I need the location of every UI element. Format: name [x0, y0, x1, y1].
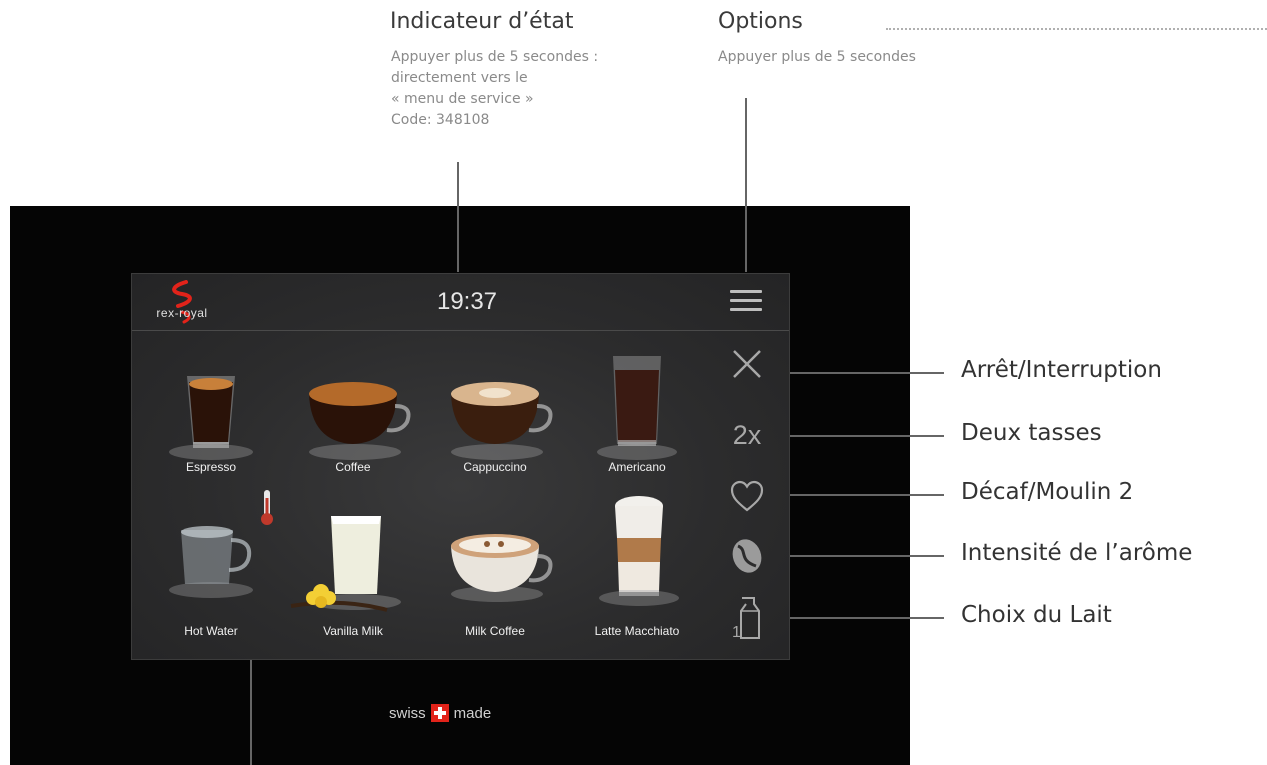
- stop-button[interactable]: [722, 339, 772, 389]
- status-indicator-clock[interactable]: 19:37: [387, 288, 547, 316]
- aroma-callout-line: [788, 555, 944, 557]
- swiss-made-left: swiss: [389, 704, 426, 722]
- drink-tile-hot-water[interactable]: Hot Water: [141, 490, 281, 638]
- drink-tile-latte-macchiato[interactable]: Latte Macchiato: [567, 494, 707, 638]
- drink-label: Vanilla Milk: [323, 624, 383, 638]
- milk-callout-label: Choix du Lait: [961, 602, 1112, 628]
- espresso-glass-icon: [169, 376, 253, 460]
- drink-label: Milk Coffee: [465, 624, 525, 638]
- vanilla-milk-glass-icon: [290, 516, 401, 612]
- aroma-button[interactable]: [722, 531, 772, 581]
- drink-tile-coffee[interactable]: Coffee: [283, 356, 423, 496]
- drink-label: Hot Water: [184, 624, 238, 638]
- status-indicator-note-line: « menu de service »: [391, 91, 534, 107]
- milk-callout-line: [788, 617, 944, 619]
- options-dotted-rule: [886, 28, 1267, 30]
- coffee-cup-icon: [309, 382, 411, 460]
- two-cups-callout-line: [788, 435, 944, 437]
- status-indicator-note-line: Appuyer plus de 5 secondes :: [391, 49, 599, 65]
- milk-carton-icon: 1: [732, 597, 760, 641]
- coffee-bean-icon: [732, 539, 762, 573]
- rex-royal-logo[interactable]: rex-royal: [142, 280, 222, 326]
- status-indicator-note-line: Code: 348108: [391, 112, 490, 128]
- latte-macchiato-glass-icon: [599, 496, 679, 606]
- drink-tile-vanilla-milk[interactable]: Vanilla Milk: [283, 494, 423, 638]
- svg-text:1: 1: [732, 624, 741, 641]
- brand-name: rex-royal: [156, 306, 208, 320]
- decaf-callout-label: Décaf/Moulin 2: [961, 479, 1134, 505]
- swiss-flag-icon: [430, 704, 449, 722]
- stop-callout-line: [788, 372, 944, 374]
- drink-tile-espresso[interactable]: Espresso: [141, 356, 281, 496]
- options-leader-line: [745, 98, 747, 272]
- swiss-made-badge: swiss made: [389, 704, 491, 722]
- thermometer-icon: [261, 490, 273, 525]
- stop-callout-label: Arrêt/Interruption: [961, 357, 1162, 383]
- drink-tile-americano[interactable]: Americano: [567, 356, 707, 496]
- status-indicator-note-line: directement vers le: [391, 70, 528, 86]
- milk-choice-button[interactable]: 1: [722, 593, 772, 643]
- options-title: Options: [718, 9, 803, 34]
- drink-label: Espresso: [185, 460, 237, 474]
- two-cups-callout-label: Deux tasses: [961, 420, 1102, 446]
- decaf-button[interactable]: [722, 471, 772, 521]
- options-note: Appuyer plus de 5 secondes: [718, 49, 916, 65]
- drink-label: Americano: [608, 460, 666, 474]
- milk-coffee-cup-icon: [451, 534, 553, 602]
- aroma-callout-label: Intensité de l’arôme: [961, 540, 1193, 566]
- decaf-callout-line: [788, 494, 944, 496]
- heart-icon: [730, 480, 764, 512]
- drink-label: Cappuccino: [463, 460, 527, 474]
- options-menu-icon[interactable]: [730, 290, 762, 316]
- close-icon: [733, 350, 761, 378]
- status-indicator-title: Indicateur d’état: [390, 9, 574, 34]
- two-cups-label: 2x: [732, 419, 762, 450]
- touch-screen: rex-royal 19:37 2x 1 Espresso Coffee Cap…: [131, 273, 790, 660]
- drink-label: Latte Macchiato: [594, 624, 680, 638]
- cappuccino-cup-icon: [451, 382, 553, 460]
- drink-tile-milk-coffee[interactable]: Milk Coffee: [425, 494, 565, 638]
- drink-label: Coffee: [335, 460, 371, 474]
- americano-glass-icon: [597, 356, 677, 460]
- drink-tile-cappuccino[interactable]: Cappuccino: [425, 356, 565, 496]
- swiss-made-right: made: [453, 704, 492, 722]
- status-indicator-leader-line: [457, 162, 459, 272]
- two-cups-button[interactable]: 2x: [722, 410, 772, 460]
- screen-header: rex-royal 19:37: [132, 274, 789, 331]
